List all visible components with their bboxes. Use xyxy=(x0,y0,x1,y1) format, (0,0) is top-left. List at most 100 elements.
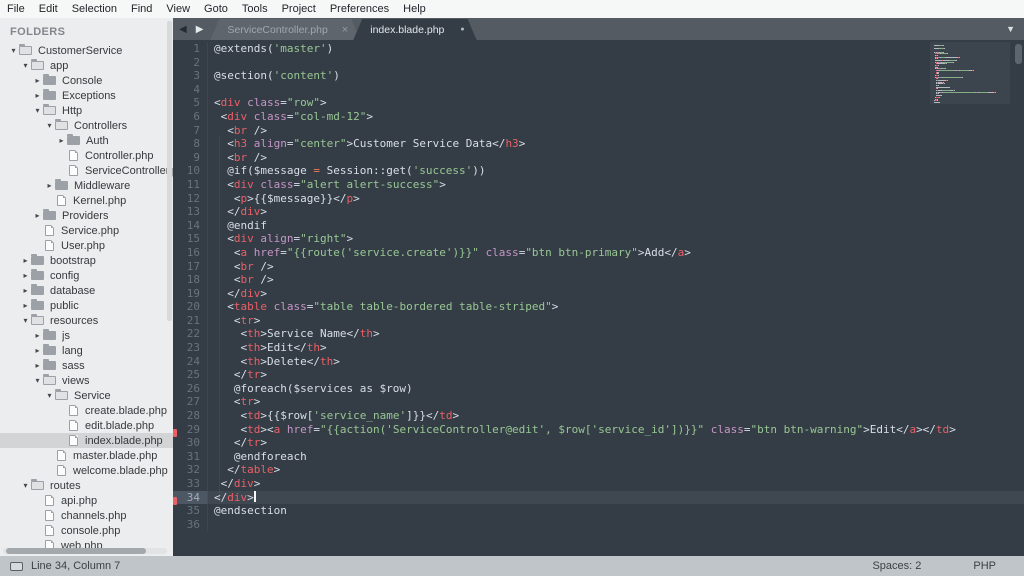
chevron-right-icon[interactable]: ▸ xyxy=(32,358,43,373)
editor-vertical-scrollbar-thumb[interactable] xyxy=(1015,44,1022,64)
code-line-23[interactable]: 23 <th>Edit</th> xyxy=(173,341,1024,355)
close-icon[interactable]: × xyxy=(342,25,348,35)
chevron-right-icon[interactable]: ▸ xyxy=(32,88,43,103)
sidebar-item-channels-php[interactable]: channels.php xyxy=(0,508,173,523)
sidebar-item-service-php[interactable]: Service.php xyxy=(0,223,173,238)
sidebar-item-welcome-blade-php[interactable]: welcome.blade.php xyxy=(0,463,173,478)
chevron-right-icon[interactable]: ▸ xyxy=(44,178,55,193)
sidebar-item-views[interactable]: ▾views xyxy=(0,373,173,388)
sidebar-item-service[interactable]: ▾Service xyxy=(0,388,173,403)
sidebar-item-edit-blade-php[interactable]: edit.blade.php xyxy=(0,418,173,433)
code-line-18[interactable]: 18 <br /> xyxy=(173,273,1024,287)
sidebar-item-routes[interactable]: ▾routes xyxy=(0,478,173,493)
sidebar-item-index-blade-php[interactable]: index.blade.php xyxy=(0,433,173,448)
code-area[interactable]: 1@extends('master')23@section('content')… xyxy=(173,42,1024,531)
code-line-27[interactable]: 27 <tr> xyxy=(173,395,1024,409)
sidebar-item-config[interactable]: ▸config xyxy=(0,268,173,283)
sidebar-item-app[interactable]: ▾app xyxy=(0,58,173,73)
sidebar-item-auth[interactable]: ▸Auth xyxy=(0,133,173,148)
menu-item-tools[interactable]: Tools xyxy=(235,0,275,18)
code-line-21[interactable]: 21 <tr> xyxy=(173,314,1024,328)
code-line-16[interactable]: 16 <a href="{{route('service.create')}}"… xyxy=(173,246,1024,260)
sidebar-item-servicecontroller-php[interactable]: ServiceController.php xyxy=(0,163,173,178)
code-line-11[interactable]: 11 <div class="alert alert-success"> xyxy=(173,178,1024,192)
sidebar-item-console[interactable]: ▸Console xyxy=(0,73,173,88)
chevron-right-icon[interactable]: ▸ xyxy=(32,73,43,88)
code-line-15[interactable]: 15 <div align="right"> xyxy=(173,232,1024,246)
code-line-29[interactable]: 29 <td><a href="{{action('ServiceControl… xyxy=(173,423,1024,437)
sidebar-item-providers[interactable]: ▸Providers xyxy=(0,208,173,223)
tab-back-icon[interactable]: ◀ xyxy=(179,24,187,35)
chevron-right-icon[interactable]: ▸ xyxy=(32,328,43,343)
chevron-down-icon[interactable]: ▾ xyxy=(20,478,31,493)
tab-forward-icon[interactable]: ▶ xyxy=(196,24,204,35)
code-line-17[interactable]: 17 <br /> xyxy=(173,260,1024,274)
sidebar-item-resources[interactable]: ▾resources xyxy=(0,313,173,328)
chevron-right-icon[interactable]: ▸ xyxy=(32,343,43,358)
code-line-24[interactable]: 24 <th>Delete</th> xyxy=(173,355,1024,369)
menu-item-view[interactable]: View xyxy=(159,0,197,18)
chevron-down-icon[interactable]: ▾ xyxy=(32,103,43,118)
sidebar-item-http[interactable]: ▾Http xyxy=(0,103,173,118)
menu-item-preferences[interactable]: Preferences xyxy=(323,0,396,18)
code-line-30[interactable]: 30 </tr> xyxy=(173,436,1024,450)
sidebar-item-exceptions[interactable]: ▸Exceptions xyxy=(0,88,173,103)
code-line-22[interactable]: 22 <th>Service Name</th> xyxy=(173,327,1024,341)
code-line-33[interactable]: 33 </div> xyxy=(173,477,1024,491)
sidebar-item-js[interactable]: ▸js xyxy=(0,328,173,343)
menu-item-find[interactable]: Find xyxy=(124,0,159,18)
tab-servicecontroller-php[interactable]: ServiceController.php× xyxy=(210,19,360,40)
sidebar-item-database[interactable]: ▸database xyxy=(0,283,173,298)
code-line-6[interactable]: 6 <div class="col-md-12"> xyxy=(173,110,1024,124)
indentation-setting[interactable]: Spaces: 2 xyxy=(872,560,921,572)
chevron-right-icon[interactable]: ▸ xyxy=(20,283,31,298)
code-line-12[interactable]: 12 <p>{{$message}}</p> xyxy=(173,192,1024,206)
menu-item-help[interactable]: Help xyxy=(396,0,433,18)
sidebar-horizontal-scrollbar[interactable] xyxy=(3,548,167,554)
code-line-25[interactable]: 25 </tr> xyxy=(173,368,1024,382)
tab-overflow-icon[interactable]: ▼ xyxy=(997,24,1024,34)
sidebar-item-lang[interactable]: ▸lang xyxy=(0,343,173,358)
code-line-14[interactable]: 14 @endif xyxy=(173,219,1024,233)
chevron-right-icon[interactable]: ▸ xyxy=(56,133,67,148)
menu-item-selection[interactable]: Selection xyxy=(65,0,124,18)
chevron-down-icon[interactable]: ▾ xyxy=(32,373,43,388)
code-line-28[interactable]: 28 <td>{{$row['service_name']}}</td> xyxy=(173,409,1024,423)
chevron-right-icon[interactable]: ▸ xyxy=(20,268,31,283)
code-line-35[interactable]: 35@endsection xyxy=(173,504,1024,518)
tab-index-blade-php[interactable]: index.blade.php● xyxy=(353,19,476,40)
sidebar-item-api-php[interactable]: api.php xyxy=(0,493,173,508)
code-line-3[interactable]: 3@section('content') xyxy=(173,69,1024,83)
code-line-4[interactable]: 4 xyxy=(173,83,1024,97)
sidebar-item-kernel-php[interactable]: Kernel.php xyxy=(0,193,173,208)
sidebar-item-bootstrap[interactable]: ▸bootstrap xyxy=(0,253,173,268)
menu-item-project[interactable]: Project xyxy=(275,0,323,18)
code-line-2[interactable]: 2 xyxy=(173,56,1024,70)
minimap[interactable] xyxy=(930,42,1010,104)
sidebar-vertical-scrollbar[interactable] xyxy=(167,21,172,321)
sidebar-item-middleware[interactable]: ▸Middleware xyxy=(0,178,173,193)
code-line-20[interactable]: 20 <table class="table table-bordered ta… xyxy=(173,300,1024,314)
sidebar-horizontal-scrollbar-thumb[interactable] xyxy=(6,548,146,554)
menu-item-goto[interactable]: Goto xyxy=(197,0,235,18)
menu-item-file[interactable]: File xyxy=(0,0,32,18)
chevron-down-icon[interactable]: ▾ xyxy=(8,43,19,58)
sidebar-item-create-blade-php[interactable]: create.blade.php xyxy=(0,403,173,418)
chevron-right-icon[interactable]: ▸ xyxy=(32,208,43,223)
chevron-down-icon[interactable]: ▾ xyxy=(44,388,55,403)
sidebar-item-user-php[interactable]: User.php xyxy=(0,238,173,253)
code-line-8[interactable]: 8 <h3 align="center">Customer Service Da… xyxy=(173,137,1024,151)
chevron-down-icon[interactable]: ▾ xyxy=(20,58,31,73)
code-line-36[interactable]: 36 xyxy=(173,518,1024,532)
code-line-10[interactable]: 10 @if($message = Session::get('success'… xyxy=(173,164,1024,178)
sidebar-item-master-blade-php[interactable]: master.blade.php xyxy=(0,448,173,463)
sidebar-item-sass[interactable]: ▸sass xyxy=(0,358,173,373)
code-line-34[interactable]: 34</div> xyxy=(173,491,1024,505)
sidebar-item-console-php[interactable]: console.php xyxy=(0,523,173,538)
chevron-down-icon[interactable]: ▾ xyxy=(44,118,55,133)
code-line-9[interactable]: 9 <br /> xyxy=(173,151,1024,165)
chevron-right-icon[interactable]: ▸ xyxy=(20,253,31,268)
menu-item-edit[interactable]: Edit xyxy=(32,0,65,18)
code-line-5[interactable]: 5<div class="row"> xyxy=(173,96,1024,110)
code-line-19[interactable]: 19 </div> xyxy=(173,287,1024,301)
